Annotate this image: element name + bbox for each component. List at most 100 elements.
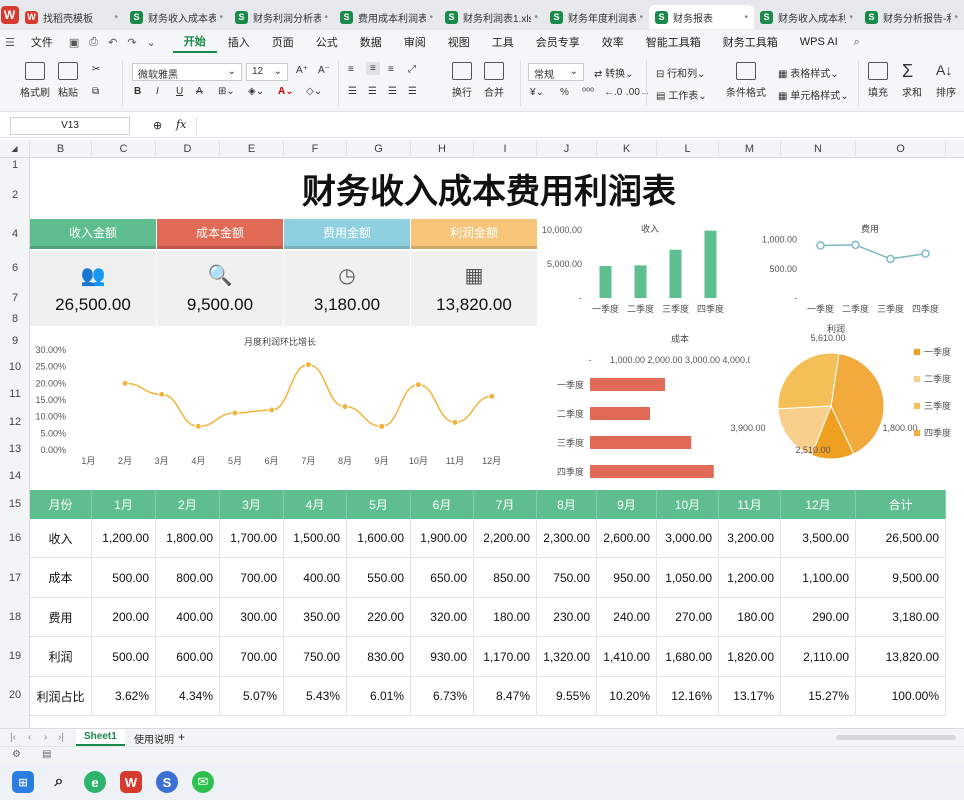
fill-color-icon[interactable]: ◈⌄	[248, 86, 264, 97]
column-header[interactable]: F	[284, 140, 347, 158]
table-cell[interactable]: 3,180.00	[856, 598, 946, 637]
menu-10[interactable]: 智能工具箱	[635, 34, 712, 50]
menu-4[interactable]: 数据	[349, 34, 393, 50]
table-cell[interactable]: 1,100.00	[781, 558, 856, 598]
copy-icon[interactable]: ⧉	[92, 86, 99, 97]
column-header[interactable]: B	[30, 140, 92, 158]
align-right-icon[interactable]: ☰	[388, 86, 397, 97]
column-header[interactable]: M	[719, 140, 781, 158]
table-cell[interactable]: 2,300.00	[537, 519, 597, 558]
undo-icon[interactable]: ↶	[103, 36, 122, 49]
sum-button[interactable]: Σ 求和	[902, 62, 922, 99]
table-cell[interactable]: 1,200.00	[92, 519, 156, 558]
search-icon[interactable]: ⌕	[849, 36, 865, 49]
italic-icon[interactable]: I	[156, 86, 159, 97]
table-cell[interactable]: 750.00	[537, 558, 597, 598]
wechat-icon[interactable]: ✉	[192, 771, 214, 793]
row-header[interactable]: 18	[0, 598, 30, 637]
print-icon[interactable]: ⎙	[84, 36, 103, 49]
search-icon[interactable]: ⌕	[48, 771, 70, 793]
row-col-button[interactable]: ⊟ 行和列⌄	[656, 65, 706, 80]
name-box[interactable]: V13	[10, 117, 130, 135]
close-tab-icon[interactable]: •	[114, 12, 118, 23]
table-cell[interactable]: 350.00	[284, 598, 347, 637]
table-cell[interactable]: 550.00	[347, 558, 411, 598]
table-cell[interactable]: 950.00	[597, 558, 657, 598]
underline-icon[interactable]: U	[176, 86, 183, 97]
row-header[interactable]: 12	[0, 408, 30, 436]
sogou-icon[interactable]: S	[156, 771, 178, 793]
edge-browser-icon[interactable]: e	[84, 771, 106, 793]
wps-office-icon[interactable]: W	[120, 771, 142, 793]
table-cell[interactable]: 220.00	[347, 598, 411, 637]
font-shrink-icon[interactable]: A⁻	[318, 65, 330, 76]
row-header[interactable]: 7	[0, 285, 30, 311]
document-tab[interactable]: S 财务收入成本表 •	[124, 5, 229, 29]
prev-sheet-icon[interactable]: ‹	[28, 732, 31, 743]
select-all-corner[interactable]: ◢	[0, 140, 30, 158]
document-tab[interactable]: S 财务报表 •	[649, 5, 754, 29]
menu-11[interactable]: 财务工具箱	[712, 34, 789, 50]
table-cell[interactable]: 1,500.00	[284, 519, 347, 558]
row-header[interactable]: 19	[0, 637, 30, 676]
column-header[interactable]: H	[411, 140, 474, 158]
table-cell[interactable]: 930.00	[411, 637, 474, 677]
bold-icon[interactable]: B	[134, 86, 141, 97]
close-tab-icon[interactable]: •	[219, 12, 223, 23]
table-cell[interactable]: 1,050.00	[657, 558, 719, 598]
column-header[interactable]: N	[781, 140, 856, 158]
table-style-button[interactable]: ▦ 表格样式⌄	[778, 65, 839, 80]
table-cell[interactable]: 600.00	[156, 637, 220, 677]
table-cell[interactable]: 成本	[30, 558, 92, 598]
table-cell[interactable]: 5.07%	[220, 677, 284, 716]
menu-5[interactable]: 审阅	[393, 34, 437, 50]
table-cell[interactable]: 26,500.00	[856, 519, 946, 558]
column-header[interactable]: G	[347, 140, 411, 158]
row-header[interactable]: 15	[0, 490, 30, 519]
column-header[interactable]: D	[156, 140, 220, 158]
table-cell[interactable]: 13,820.00	[856, 637, 946, 677]
table-cell[interactable]: 1,680.00	[657, 637, 719, 677]
table-cell[interactable]: 12.16%	[657, 677, 719, 716]
document-tab[interactable]: S 财务收入成本利润•	[754, 5, 859, 29]
document-tab[interactable]: S 财务年度利润表1.x•	[544, 5, 649, 29]
table-cell[interactable]: 400.00	[284, 558, 347, 598]
table-cell[interactable]: 700.00	[220, 637, 284, 677]
table-cell[interactable]: 5.43%	[284, 677, 347, 716]
align-left-icon[interactable]: ☰	[348, 86, 357, 97]
wrap-text-button[interactable]: 换行	[452, 62, 472, 99]
table-cell[interactable]: 300.00	[220, 598, 284, 637]
merge-button[interactable]: 合并	[484, 62, 504, 99]
document-tab[interactable]: S 财务利润表1.xlsx •	[439, 5, 544, 29]
next-sheet-icon[interactable]: ›	[44, 732, 47, 743]
document-tab[interactable]: S 费用成本利润表 •	[334, 5, 439, 29]
menu-6[interactable]: 视图	[437, 34, 481, 50]
hamburger-icon[interactable]: ☰	[0, 36, 20, 49]
table-cell[interactable]: 利润	[30, 637, 92, 677]
table-cell[interactable]: 3,000.00	[657, 519, 719, 558]
table-cell[interactable]: 750.00	[284, 637, 347, 677]
increase-decimal-icon[interactable]: ←.0	[604, 87, 622, 98]
cut-icon[interactable]: ✂	[92, 64, 100, 75]
table-cell[interactable]: 500.00	[92, 637, 156, 677]
align-center-icon[interactable]: ☰	[368, 86, 377, 97]
format-painter-button[interactable]: 格式刷	[20, 62, 50, 99]
row-header[interactable]: 17	[0, 558, 30, 598]
menu-1[interactable]: 插入	[217, 34, 261, 50]
close-tab-icon[interactable]: •	[639, 12, 643, 23]
table-cell[interactable]: 650.00	[411, 558, 474, 598]
table-cell[interactable]: 3.62%	[92, 677, 156, 716]
close-tab-icon[interactable]: •	[849, 12, 853, 23]
align-top-icon[interactable]: ≡	[348, 64, 354, 75]
table-cell[interactable]: 10.20%	[597, 677, 657, 716]
close-tab-icon[interactable]: •	[429, 12, 433, 23]
last-sheet-icon[interactable]: ›|	[58, 732, 64, 743]
menu-12[interactable]: WPS AI	[789, 36, 849, 48]
table-cell[interactable]: 3,500.00	[781, 519, 856, 558]
row-header[interactable]: 4	[0, 218, 30, 251]
table-cell[interactable]: 1,900.00	[411, 519, 474, 558]
column-header[interactable]: K	[597, 140, 657, 158]
chevron-down-icon[interactable]: ⌄	[142, 36, 161, 49]
windows-start-icon[interactable]: ⊞	[12, 771, 34, 793]
font-grow-icon[interactable]: A⁺	[296, 65, 308, 76]
